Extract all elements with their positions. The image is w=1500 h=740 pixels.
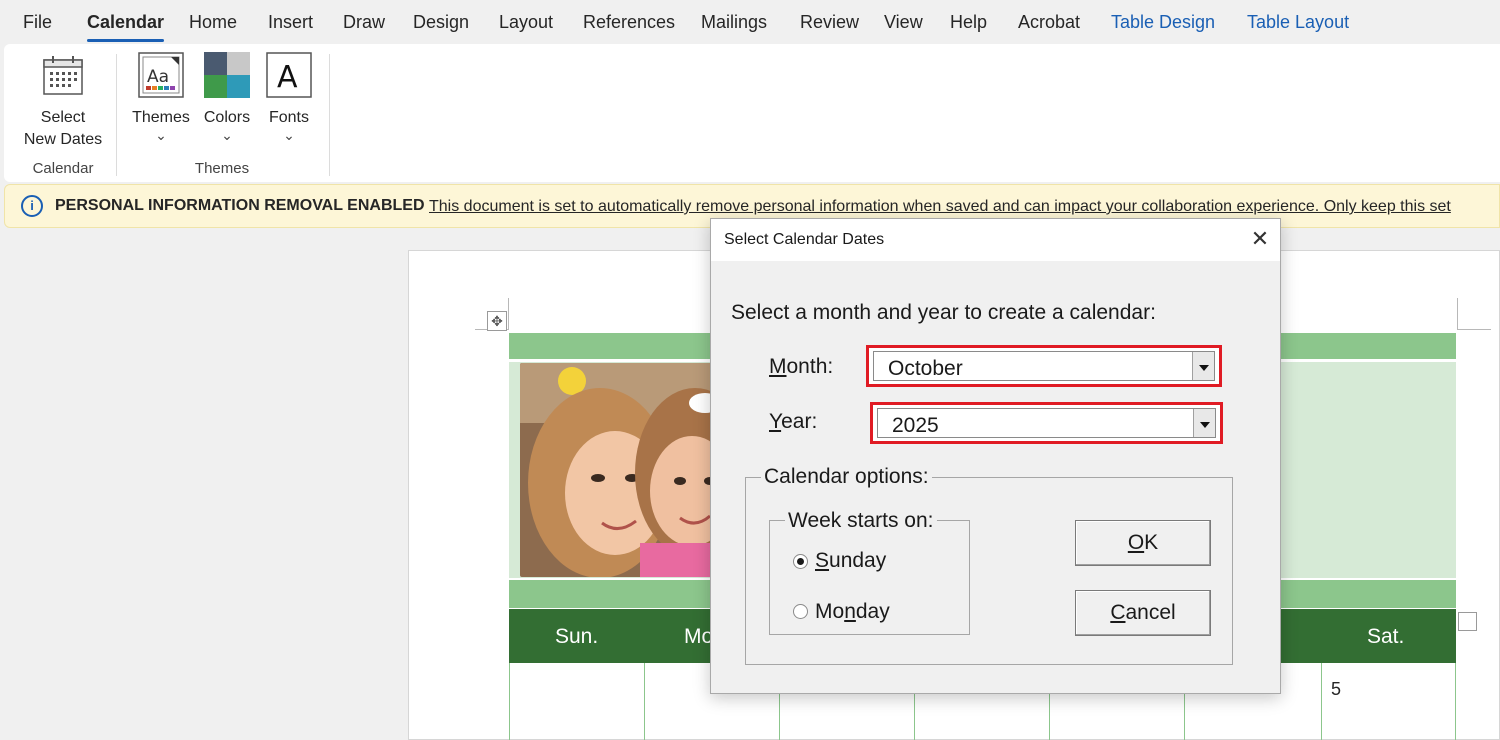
ribbon-divider bbox=[116, 54, 117, 176]
calendar-options-legend: Calendar options: bbox=[761, 465, 932, 489]
tab-layout[interactable]: Layout bbox=[499, 12, 553, 33]
tab-view[interactable]: View bbox=[884, 12, 923, 33]
sunday-radio-label[interactable]: Sunday bbox=[815, 549, 886, 573]
monday-radio-label[interactable]: Monday bbox=[815, 600, 890, 624]
dialog-titlebar[interactable]: Select Calendar Dates ✕ bbox=[711, 219, 1280, 261]
tab-acrobat[interactable]: Acrobat bbox=[1018, 12, 1080, 33]
ok-button[interactable]: OK bbox=[1075, 520, 1211, 566]
tab-help[interactable]: Help bbox=[950, 12, 987, 33]
month-label: Month: bbox=[769, 355, 833, 379]
ribbon-divider bbox=[329, 54, 330, 176]
day-header-saturday: Sat. bbox=[1367, 625, 1405, 648]
month-combo[interactable]: October bbox=[873, 351, 1215, 381]
group-label-themes: Themes bbox=[194, 160, 250, 177]
fonts-button[interactable]: A Fonts ⌄ bbox=[262, 52, 316, 143]
table-move-handle-icon[interactable]: ✥ bbox=[487, 311, 507, 331]
year-value: 2025 bbox=[892, 414, 939, 437]
select-calendar-dates-dialog: Select Calendar Dates ✕ Select a month a… bbox=[710, 218, 1281, 694]
month-label-text: onth: bbox=[786, 355, 834, 378]
chevron-down-icon: ⌄ bbox=[221, 127, 233, 143]
week-starts-legend: Week starts on: bbox=[785, 509, 937, 533]
tab-file[interactable]: File bbox=[23, 12, 52, 33]
month-label-accesskey: M bbox=[769, 355, 787, 378]
month-combo-highlight: October bbox=[866, 345, 1222, 387]
cancel-text: ancel bbox=[1125, 601, 1176, 624]
tab-table-layout[interactable]: Table Layout bbox=[1247, 12, 1349, 33]
year-label-text: ear: bbox=[781, 410, 818, 433]
fonts-label: Fonts bbox=[268, 109, 309, 126]
sunday-text: unday bbox=[829, 549, 887, 572]
month-value: October bbox=[888, 357, 963, 380]
colors-button[interactable]: Colors ⌄ bbox=[200, 52, 254, 143]
ribbon: Select New Dates Calendar Aa Themes ⌄ Co… bbox=[4, 44, 1500, 182]
row-end-marker bbox=[1458, 612, 1477, 631]
tab-review[interactable]: Review bbox=[800, 12, 859, 33]
chevron-down-icon: ⌄ bbox=[155, 127, 167, 143]
ok-text: K bbox=[1144, 531, 1159, 554]
sunday-accesskey: S bbox=[815, 549, 830, 572]
day-header-sunday: Sun. bbox=[555, 625, 599, 648]
themes-button[interactable]: Aa Themes ⌄ bbox=[128, 52, 194, 143]
fonts-icon: A bbox=[266, 52, 312, 98]
day-header-monday: Mo bbox=[684, 625, 714, 648]
group-label-calendar: Calendar bbox=[32, 160, 94, 177]
colors-icon bbox=[204, 52, 250, 98]
tab-design[interactable]: Design bbox=[413, 12, 469, 33]
year-combo[interactable]: 2025 bbox=[877, 408, 1216, 438]
select-new-dates-button[interactable]: Select New Dates bbox=[16, 54, 110, 151]
tab-mailings[interactable]: Mailings bbox=[701, 12, 767, 33]
select-new-dates-label-2: New Dates bbox=[23, 131, 103, 148]
year-label: Year: bbox=[769, 410, 817, 434]
info-bar-message-link[interactable]: This document is set to automatically re… bbox=[429, 198, 1500, 216]
margin-corner-mark bbox=[1457, 298, 1491, 330]
close-icon[interactable]: ✕ bbox=[1247, 227, 1273, 253]
monday-accesskey: n bbox=[844, 600, 856, 623]
monday-text-rest: day bbox=[855, 600, 890, 623]
tab-references[interactable]: References bbox=[583, 12, 675, 33]
dialog-prompt: Select a month and year to create a cale… bbox=[731, 301, 1156, 324]
dialog-title: Select Calendar Dates bbox=[724, 231, 885, 248]
tab-calendar[interactable]: Calendar bbox=[87, 12, 165, 42]
info-icon: i bbox=[21, 195, 43, 217]
chevron-down-icon: ⌄ bbox=[283, 127, 295, 143]
monday-radio[interactable] bbox=[793, 604, 808, 619]
year-combo-highlight: 2025 bbox=[870, 402, 1223, 444]
themes-icon: Aa bbox=[138, 52, 184, 98]
select-new-dates-label-1: Select bbox=[40, 109, 86, 126]
menu-bar: File Calendar Home Insert Draw Design La… bbox=[0, 0, 1500, 44]
monday-text-pre: Mo bbox=[815, 600, 845, 623]
ok-accesskey: O bbox=[1127, 531, 1145, 554]
cancel-button[interactable]: Cancel bbox=[1075, 590, 1211, 636]
year-label-accesskey: Y bbox=[769, 410, 782, 433]
calendar-date-number: 5 bbox=[1331, 679, 1342, 699]
tab-table-design[interactable]: Table Design bbox=[1111, 12, 1215, 33]
tab-insert[interactable]: Insert bbox=[268, 12, 313, 33]
dropdown-arrow-icon[interactable] bbox=[1193, 409, 1215, 437]
svg-text:Aa: Aa bbox=[147, 67, 169, 87]
tab-home[interactable]: Home bbox=[189, 12, 237, 33]
info-bar-title: PERSONAL INFORMATION REMOVAL ENABLED bbox=[55, 197, 425, 214]
calendar-cell[interactable] bbox=[1321, 663, 1456, 740]
colors-label: Colors bbox=[203, 109, 251, 126]
dropdown-arrow-icon[interactable] bbox=[1192, 352, 1214, 380]
svg-text:A: A bbox=[277, 60, 298, 95]
sunday-radio[interactable] bbox=[793, 554, 808, 569]
calendar-cell[interactable] bbox=[509, 663, 644, 740]
themes-label: Themes bbox=[132, 109, 190, 126]
tab-draw[interactable]: Draw bbox=[343, 12, 385, 33]
calendar-icon bbox=[43, 56, 83, 95]
cancel-accesskey: C bbox=[1110, 601, 1126, 624]
